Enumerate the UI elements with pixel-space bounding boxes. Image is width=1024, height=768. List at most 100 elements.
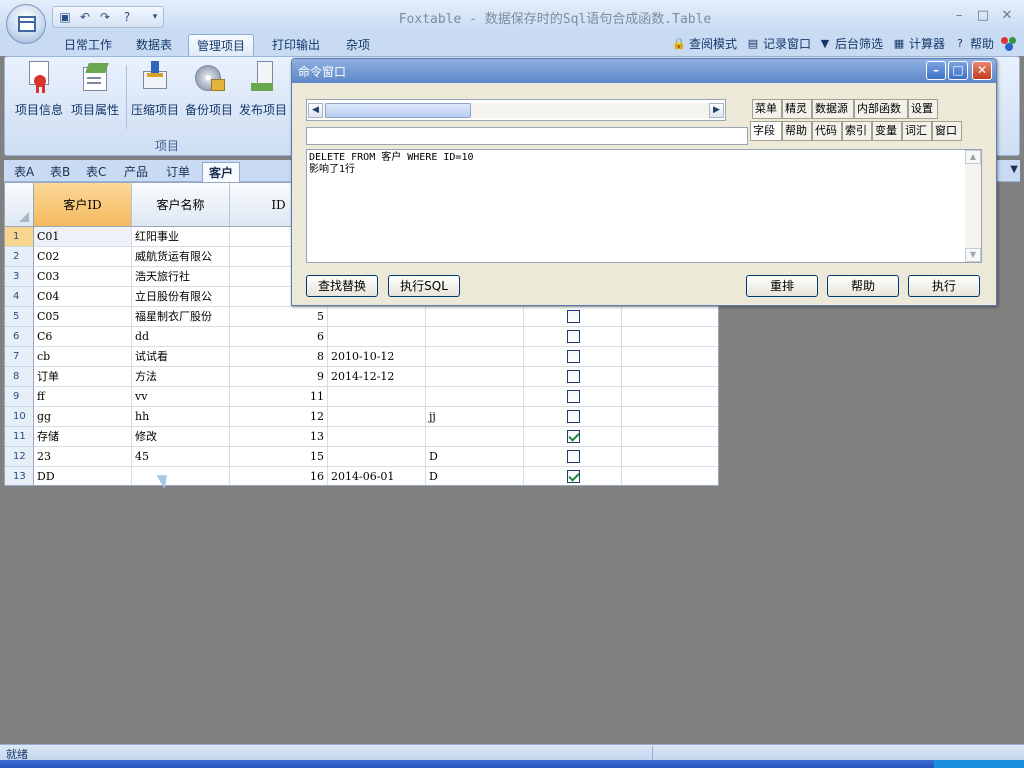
cell-customer-name[interactable]: vv xyxy=(132,387,230,407)
app-orb-icon[interactable] xyxy=(6,4,46,44)
backend-filter-tool[interactable]: ▼ 后台筛选 xyxy=(818,35,883,53)
unchecked-checkbox-icon[interactable] xyxy=(567,310,580,323)
scroll-down-icon[interactable]: ▼ xyxy=(965,248,981,262)
sheet-tab-product[interactable]: 产品 xyxy=(118,162,154,182)
view-mode-tool[interactable]: 🔒 查阅模式 xyxy=(672,35,737,53)
checked-checkbox-icon[interactable] xyxy=(567,430,580,443)
column-header-customer-name[interactable]: 客户名称 xyxy=(132,183,230,227)
cell-customer-name[interactable]: 方法 xyxy=(132,367,230,387)
tab-wizard[interactable]: 精灵 xyxy=(782,99,812,119)
row-number[interactable]: 11 xyxy=(5,427,34,447)
cell-text[interactable] xyxy=(426,387,524,407)
cell-empty[interactable] xyxy=(622,347,718,367)
cell-customer-name[interactable]: dd xyxy=(132,327,230,347)
cell-empty[interactable] xyxy=(622,407,718,427)
sheet-tab-table-c[interactable]: 表C xyxy=(80,162,112,182)
cell-empty[interactable] xyxy=(622,467,718,485)
cell-id[interactable]: 5 xyxy=(230,307,328,327)
project-info-button[interactable]: 项目信息 xyxy=(11,61,67,131)
tab-menu[interactable]: 菜单 xyxy=(752,99,782,119)
scroll-right-icon[interactable]: ▶ xyxy=(709,103,724,118)
maximize-button[interactable]: □ xyxy=(974,8,992,24)
tab-data-table[interactable]: 数据表 xyxy=(128,34,180,56)
cmd-help-button[interactable]: 帮助 xyxy=(827,275,899,297)
row-number[interactable]: 5 xyxy=(5,307,34,327)
cell-date[interactable] xyxy=(328,427,426,447)
sheet-tab-table-a[interactable]: 表A xyxy=(8,162,40,182)
cell-customer-id[interactable]: cb xyxy=(34,347,132,367)
cell-id[interactable]: 11 xyxy=(230,387,328,407)
scroll-thumb[interactable] xyxy=(325,103,471,118)
cell-text[interactable] xyxy=(426,427,524,447)
row-number[interactable]: 1 xyxy=(5,227,34,247)
cell-text[interactable]: D xyxy=(426,447,524,467)
close-button[interactable]: ✕ xyxy=(998,8,1016,24)
tab-manage-project[interactable]: 管理项目 xyxy=(188,34,255,56)
backup-project-button[interactable]: 备份项目 xyxy=(181,61,237,131)
rearrange-button[interactable]: 重排 xyxy=(746,275,818,297)
cell-id[interactable]: 6 xyxy=(230,327,328,347)
command-window-titlebar[interactable]: 命令窗口 – □ ✕ xyxy=(292,59,996,83)
execute-button[interactable]: 执行 xyxy=(908,275,980,297)
row-number[interactable]: 4 xyxy=(5,287,34,307)
unchecked-checkbox-icon[interactable] xyxy=(567,410,580,423)
cell-empty[interactable] xyxy=(622,307,718,327)
tab-settings[interactable]: 设置 xyxy=(908,99,938,119)
tab-fields[interactable]: 字段 xyxy=(750,121,782,141)
scroll-left-icon[interactable]: ◀ xyxy=(308,103,323,118)
row-number[interactable]: 6 xyxy=(5,327,34,347)
compress-project-button[interactable]: 压缩项目 xyxy=(127,61,183,131)
record-window-tool[interactable]: ▤ 记录窗口 xyxy=(746,35,811,53)
row-number[interactable]: 10 xyxy=(5,407,34,427)
cell-id[interactable]: 16 xyxy=(230,467,328,485)
tab-builtin-functions[interactable]: 内部函数 xyxy=(854,99,908,119)
row-number[interactable]: 2 xyxy=(5,247,34,267)
cell-customer-name[interactable]: hh xyxy=(132,407,230,427)
row-number[interactable]: 3 xyxy=(5,267,34,287)
cell-customer-id[interactable]: C05 xyxy=(34,307,132,327)
unchecked-checkbox-icon[interactable] xyxy=(567,370,580,383)
cell-date[interactable] xyxy=(328,307,426,327)
calculator-tool[interactable]: ▦ 计算器 xyxy=(892,35,945,53)
tab-help[interactable]: 帮助 xyxy=(782,121,812,141)
cell-customer-id[interactable]: C02 xyxy=(34,247,132,267)
unchecked-checkbox-icon[interactable] xyxy=(567,350,580,363)
vertical-scrollbar[interactable]: ▲ ▼ xyxy=(965,150,981,262)
column-header-customer-id[interactable]: 客户ID xyxy=(34,183,132,227)
cmd-close-button[interactable]: ✕ xyxy=(972,61,992,80)
grid-corner[interactable] xyxy=(5,183,34,227)
cell-customer-name[interactable]: 45 xyxy=(132,447,230,467)
cell-customer-name[interactable] xyxy=(132,467,230,485)
cell-date[interactable] xyxy=(328,387,426,407)
tab-index[interactable]: 索引 xyxy=(842,121,872,141)
command-list-area[interactable]: ◀ ▶ xyxy=(306,99,726,121)
cell-empty[interactable] xyxy=(622,447,718,467)
cell-customer-id[interactable]: C01 xyxy=(34,227,132,247)
cell-id[interactable]: 15 xyxy=(230,447,328,467)
cell-customer-name[interactable]: 福星制衣厂股份 xyxy=(132,307,230,327)
cell-id[interactable]: 9 xyxy=(230,367,328,387)
cell-customer-name[interactable]: 修改 xyxy=(132,427,230,447)
checked-checkbox-icon[interactable] xyxy=(567,470,580,483)
tab-misc[interactable]: 杂项 xyxy=(338,34,378,56)
scroll-up-icon[interactable]: ▲ xyxy=(965,150,981,164)
command-output[interactable]: DELETE FROM 客户 WHERE ID=10 影响了1行 ▲ ▼ xyxy=(306,149,982,263)
publish-project-button[interactable]: 发布项目 xyxy=(235,61,291,131)
cell-empty[interactable] xyxy=(622,327,718,347)
cell-customer-id[interactable]: 存储 xyxy=(34,427,132,447)
help-tool[interactable]: ? 帮助 xyxy=(953,35,994,53)
cmd-maximize-button[interactable]: □ xyxy=(948,61,968,80)
row-number[interactable]: 12 xyxy=(5,447,34,467)
cell-date[interactable]: 2014-12-12 xyxy=(328,367,426,387)
cell-date[interactable]: 2014-06-01 xyxy=(328,467,426,485)
cell-customer-id[interactable]: C03 xyxy=(34,267,132,287)
cell-date[interactable] xyxy=(328,407,426,427)
horizontal-scrollbar[interactable]: ◀ ▶ xyxy=(308,103,724,118)
find-replace-button[interactable]: 查找替换 xyxy=(306,275,378,297)
row-number[interactable]: 13 xyxy=(5,467,34,485)
cell-id[interactable]: 13 xyxy=(230,427,328,447)
cell-text[interactable] xyxy=(426,367,524,387)
unchecked-checkbox-icon[interactable] xyxy=(567,390,580,403)
cell-customer-name[interactable]: 威航货运有限公 xyxy=(132,247,230,267)
unchecked-checkbox-icon[interactable] xyxy=(567,450,580,463)
